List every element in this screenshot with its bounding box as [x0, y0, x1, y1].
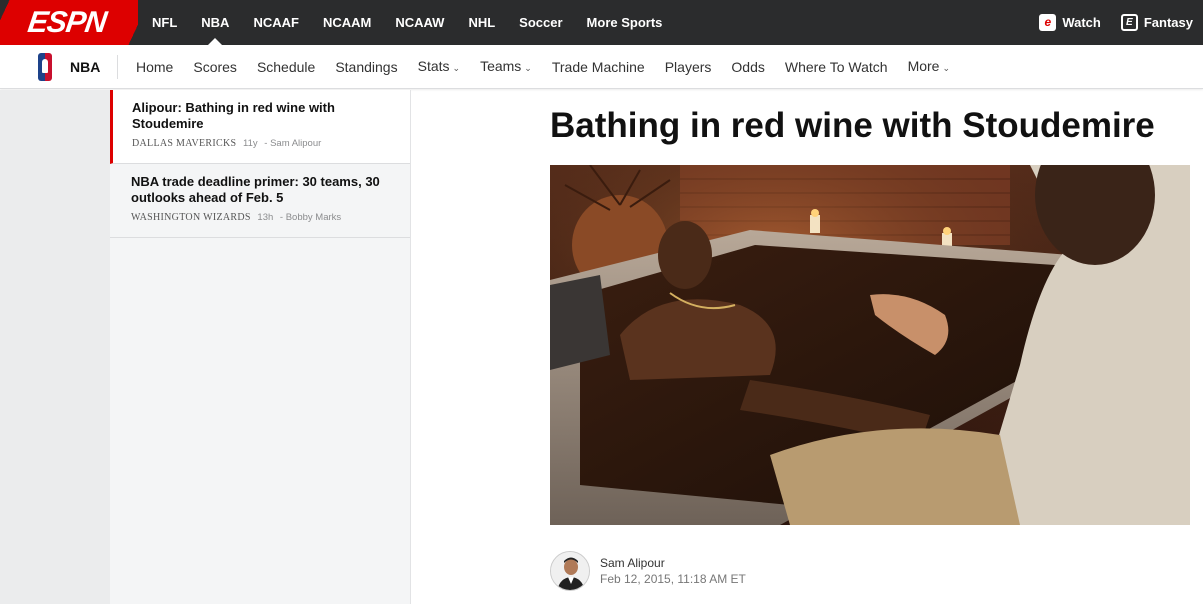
watch-link[interactable]: e Watch — [1029, 14, 1111, 31]
sport-links: NFL NBA NCAAF NCAAM NCAAW NHL Soccer Mor… — [140, 0, 674, 45]
fantasy-icon: E — [1120, 14, 1138, 31]
sport-link-ncaam[interactable]: NCAAM — [311, 0, 383, 45]
nba-logo-icon[interactable] — [38, 53, 52, 81]
fantasy-link[interactable]: E Fantasy — [1111, 14, 1203, 31]
chevron-down-icon: ⌄ — [452, 63, 461, 73]
sport-link-ncaaf[interactable]: NCAAF — [241, 0, 311, 45]
sport-link-more-sports[interactable]: More Sports — [575, 0, 675, 45]
espn-plus-watch-icon: e — [1039, 14, 1057, 31]
sidebar-story-active[interactable]: Alipour: Bathing in red wine with Stoude… — [110, 90, 410, 164]
sport-link-nhl[interactable]: NHL — [456, 0, 507, 45]
sidebar-story-team: DALLAS MAVERICKS — [132, 138, 237, 149]
subnav-links: Home Scores Schedule Standings Stats ⌄ Te… — [126, 45, 960, 89]
topbar-right-links: e Watch E Fantasy — [1029, 0, 1203, 45]
sidebar-story-team: WASHINGTON WIZARDS — [131, 212, 251, 223]
sport-link-nfl[interactable]: NFL — [140, 0, 189, 45]
publish-date: Feb 12, 2015, 11:18 AM ET — [600, 572, 746, 586]
chevron-down-icon: ⌄ — [942, 63, 951, 73]
author-avatar-image — [551, 552, 589, 590]
sidebar-story-meta: DALLAS MAVERICKS 11y - Sam Alipour — [132, 138, 398, 150]
subnav-more-label: More — [907, 58, 940, 74]
espn-logo[interactable]: ESPN — [0, 0, 138, 45]
subnav-players-label: Players — [664, 59, 712, 75]
author-avatar[interactable] — [550, 551, 590, 591]
sidebar-story-author: - Sam Alipour — [264, 138, 322, 149]
sidebar-story-headline: NBA trade deadline primer: 30 teams, 30 … — [131, 174, 380, 205]
subnav-stats-label: Stats — [417, 58, 450, 74]
related-stories-sidebar: Alipour: Bathing in red wine with Stoude… — [110, 90, 411, 604]
chevron-down-icon: ⌄ — [524, 63, 532, 73]
article-hero-image[interactable] — [550, 165, 1190, 525]
author-name[interactable]: Sam Alipour — [600, 556, 665, 570]
article-headline: Bathing in red wine with Stoudemire — [550, 106, 1155, 145]
subnav-trade-machine-label: Trade Machine — [551, 59, 645, 75]
subnav-schedule-label: Schedule — [256, 59, 316, 75]
subnav-trade-machine[interactable]: Trade Machine — [542, 45, 655, 89]
sidebar-story-author: - Bobby Marks — [279, 212, 342, 223]
subnav-players[interactable]: Players — [655, 45, 722, 89]
subnav-home-label: Home — [136, 59, 174, 75]
subnav-odds-label: Odds — [731, 59, 765, 75]
subnav-odds[interactable]: Odds — [721, 45, 774, 89]
subnav-scores-label: Scores — [193, 59, 237, 75]
sport-link-nba[interactable]: NBA — [189, 0, 241, 45]
sidebar-story-time: 11y — [243, 138, 258, 149]
subnav-standings[interactable]: Standings — [325, 45, 407, 89]
league-title[interactable]: NBA — [70, 45, 100, 89]
subnav-teams-label: Teams — [480, 58, 522, 74]
fantasy-label: Fantasy — [1143, 15, 1193, 30]
subnav-divider — [117, 55, 118, 79]
subnav-home[interactable]: Home — [126, 45, 183, 89]
subnav-schedule[interactable]: Schedule — [247, 45, 325, 89]
espn-logo-text: ESPN — [25, 6, 109, 39]
sidebar-story-time: 13h — [257, 212, 274, 223]
subnav-standings-label: Standings — [335, 59, 398, 75]
sport-link-ncaaw[interactable]: NCAAW — [383, 0, 456, 45]
sidebar-story-headline: Alipour: Bathing in red wine with Stoude… — [132, 100, 335, 131]
subnav-where-to-watch[interactable]: Where To Watch — [775, 45, 898, 89]
top-nav-bar: ESPN NFL NBA NCAAF NCAAM NCAAW NHL Socce… — [0, 0, 1203, 45]
sidebar-story[interactable]: NBA trade deadline primer: 30 teams, 30 … — [110, 164, 410, 238]
subnav-scores[interactable]: Scores — [183, 45, 247, 89]
left-gutter — [0, 90, 110, 604]
subnav-stats[interactable]: Stats ⌄ — [408, 44, 470, 90]
sport-link-soccer[interactable]: Soccer — [507, 0, 574, 45]
league-subnav: NBA Home Scores Schedule Standings Stats… — [0, 45, 1203, 89]
subnav-where-to-watch-label: Where To Watch — [784, 59, 888, 75]
watch-label: Watch — [1062, 15, 1101, 30]
subnav-teams[interactable]: Teams ⌄ — [470, 44, 542, 90]
hero-photo-illustration — [550, 165, 1190, 525]
sidebar-story-meta: WASHINGTON WIZARDS 13h - Bobby Marks — [131, 212, 398, 224]
subnav-more[interactable]: More ⌄ — [898, 44, 960, 90]
